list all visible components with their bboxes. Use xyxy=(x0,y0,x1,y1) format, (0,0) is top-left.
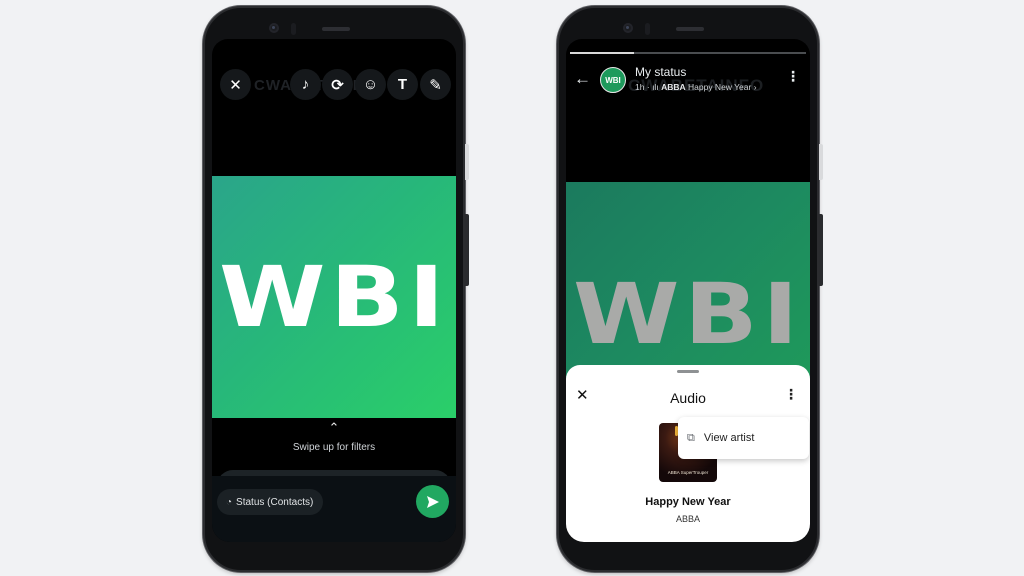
external-link-icon: ⧉ xyxy=(687,431,695,444)
power-button xyxy=(819,214,823,286)
audio-bars-icon: ılı xyxy=(652,82,659,92)
privacy-icon: ◔ xyxy=(226,496,233,508)
avatar[interactable]: WBI xyxy=(600,67,626,93)
front-camera xyxy=(623,23,633,33)
editor-toolbar: ✕ ♪ ⟳ ☺ T ✎ xyxy=(220,69,451,103)
front-camera xyxy=(269,23,279,33)
drag-handle[interactable] xyxy=(677,370,699,373)
music-button[interactable]: ♪ xyxy=(290,69,321,100)
volume-button xyxy=(819,144,823,180)
album-label: ABBA SuperTrouper xyxy=(667,470,709,475)
screen: CWABETAINFO ← WBI My status 1h · ılı ABB… xyxy=(566,39,810,542)
chevron-right-icon: › xyxy=(753,82,757,92)
overflow-menu: ⧉ View artist xyxy=(678,417,809,459)
sticker-icon: ☺ xyxy=(362,76,379,93)
draw-button[interactable]: ✎ xyxy=(420,69,451,100)
volume-button xyxy=(465,144,469,180)
status-time: 1h xyxy=(635,82,645,92)
bottom-bar: ◔ Status (Contacts) xyxy=(212,476,456,542)
pencil-icon: ✎ xyxy=(429,76,442,94)
audio-bottom-sheet: ✕ Audio ⋮ ABBA SuperTrouper ⧉ View artis… xyxy=(566,365,810,542)
status-title: My status xyxy=(635,65,687,79)
crop-rotate-icon: ⟳ xyxy=(331,76,344,94)
send-icon xyxy=(426,495,439,508)
audience-label: Status (Contacts) xyxy=(236,496,314,508)
swipe-hint: Swipe up for filters xyxy=(292,442,376,453)
close-button[interactable]: ✕ xyxy=(220,69,251,100)
status-progress-bar xyxy=(570,52,806,54)
wbi-logo: WBI xyxy=(219,248,449,346)
song-title: Happy New Year xyxy=(645,496,731,508)
music-icon: ♪ xyxy=(301,76,310,93)
avatar-text: WBI xyxy=(605,75,621,85)
audience-chip[interactable]: ◔ Status (Contacts) xyxy=(217,489,324,515)
text-button[interactable]: T xyxy=(387,69,418,100)
earpiece-speaker xyxy=(676,27,704,31)
sensor xyxy=(291,23,296,35)
sticker-button[interactable]: ☺ xyxy=(355,69,386,100)
sheet-title: Audio xyxy=(670,390,706,406)
earpiece-speaker xyxy=(322,27,350,31)
more-options-icon[interactable]: ⋮ xyxy=(784,387,798,401)
status-header: ← WBI My status 1h · ılı ABBA Happy New … xyxy=(566,61,810,101)
wbi-logo: WBI xyxy=(573,265,803,363)
close-icon: ✕ xyxy=(229,76,242,94)
status-image: WBI xyxy=(566,182,810,392)
phone-left-status-composer: CWABETAINFO ✕ ♪ ⟳ ☺ T ✎ WBI ⌃ Sw xyxy=(203,6,469,572)
screen: CWABETAINFO ✕ ♪ ⟳ ☺ T ✎ WBI ⌃ Sw xyxy=(212,39,456,542)
song-title-inline: Happy New Year xyxy=(688,82,752,92)
send-button[interactable] xyxy=(416,485,449,518)
more-options-icon[interactable]: ⋮ xyxy=(786,69,800,83)
status-progress-fill xyxy=(570,52,634,54)
crop-rotate-button[interactable]: ⟳ xyxy=(322,69,353,100)
back-arrow-icon[interactable]: ← xyxy=(574,69,591,89)
song-artist-inline: ABBA xyxy=(661,82,686,92)
power-button xyxy=(465,214,469,286)
menu-item-label: View artist xyxy=(703,432,755,444)
text-icon: T xyxy=(397,76,408,93)
status-subtitle[interactable]: 1h · ılı ABBA Happy New Year › xyxy=(635,82,757,92)
sensor xyxy=(645,23,650,35)
phone-right-status-viewer: CWABETAINFO ← WBI My status 1h · ılı ABB… xyxy=(557,6,823,572)
menu-item-view-artist[interactable]: ⧉ View artist xyxy=(687,432,754,445)
separator: · xyxy=(646,82,650,92)
song-artist[interactable]: ABBA xyxy=(566,514,810,524)
status-image: WBI xyxy=(212,176,456,418)
chevron-up-icon[interactable]: ⌃ xyxy=(212,420,456,436)
